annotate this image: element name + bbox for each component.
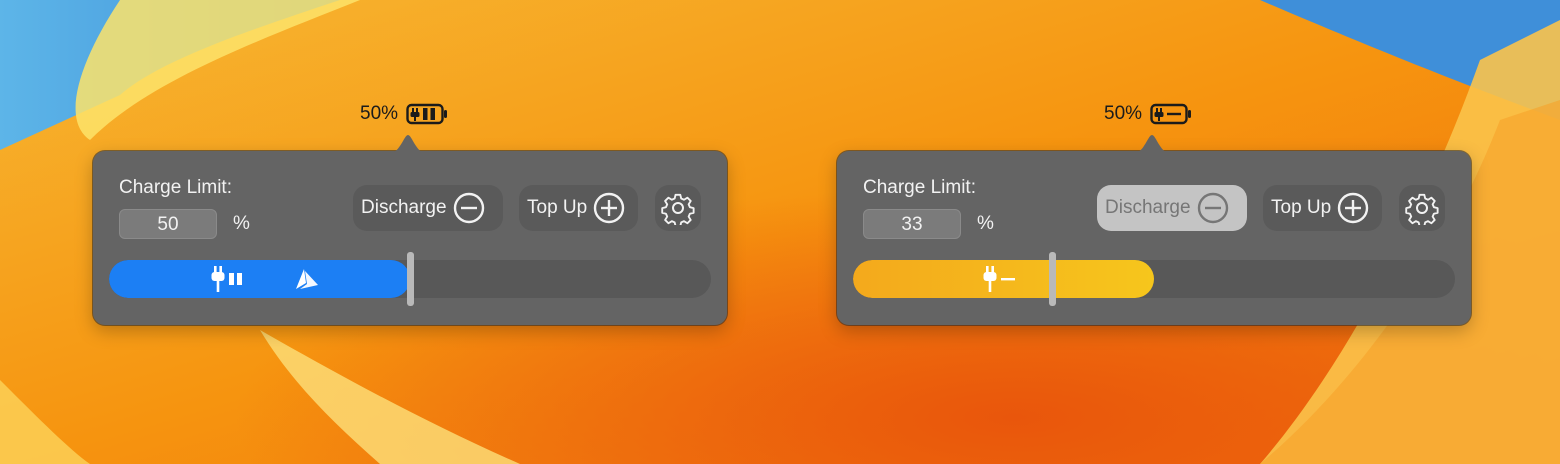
- right-popover: Charge Limit: 33 % Discharge Top Up: [837, 135, 1471, 325]
- gear-icon: [661, 193, 695, 225]
- top-up-label: Top Up: [527, 197, 588, 218]
- discharge-button[interactable]: Discharge: [1097, 185, 1247, 231]
- popover-arrow: [390, 135, 426, 153]
- charge-bar-fill: [109, 260, 410, 298]
- settings-button[interactable]: [655, 185, 701, 231]
- minus-circle-icon: [453, 192, 484, 224]
- left-menubar-percent: 50%: [360, 103, 399, 124]
- charge-limit-input[interactable]: 33: [863, 209, 961, 239]
- right-menubar-status[interactable]: 50%: [1104, 100, 1192, 128]
- top-up-label: Top Up: [1271, 197, 1332, 218]
- top-up-button[interactable]: Top Up: [519, 185, 638, 231]
- percent-label: %: [977, 213, 994, 234]
- charge-bar[interactable]: [853, 260, 1455, 298]
- discharge-label: Discharge: [1105, 197, 1191, 218]
- charge-limit-label: Charge Limit:: [863, 177, 976, 198]
- charge-bar-fill: [853, 260, 1154, 298]
- percent-label: %: [233, 213, 250, 234]
- charge-limit-handle[interactable]: [407, 252, 414, 306]
- discharge-label: Discharge: [361, 197, 447, 218]
- popover-arrow: [1134, 135, 1170, 153]
- top-up-button[interactable]: Top Up: [1263, 185, 1382, 231]
- left-menubar-status[interactable]: 50%: [360, 100, 448, 128]
- charge-limit-handle[interactable]: [1049, 252, 1056, 306]
- plus-circle-icon: [594, 192, 625, 224]
- left-popover: Charge Limit: 50 % Discharge Top Up: [93, 135, 727, 325]
- plus-circle-icon: [1338, 192, 1369, 224]
- plug-minus-icon: [983, 266, 1015, 292]
- right-menubar-percent: 50%: [1104, 103, 1143, 124]
- battery-plug-paused-icon: [406, 103, 448, 125]
- sailing-icon: [296, 269, 318, 289]
- settings-button[interactable]: [1399, 185, 1445, 231]
- charge-limit-label: Charge Limit:: [119, 177, 232, 198]
- discharge-button[interactable]: Discharge: [353, 185, 503, 231]
- charge-limit-input[interactable]: 50: [119, 209, 217, 239]
- gear-icon: [1405, 193, 1439, 225]
- battery-plug-minus-icon: [1150, 103, 1192, 125]
- plug-paused-icon: [211, 266, 242, 292]
- minus-circle-icon: [1197, 192, 1228, 224]
